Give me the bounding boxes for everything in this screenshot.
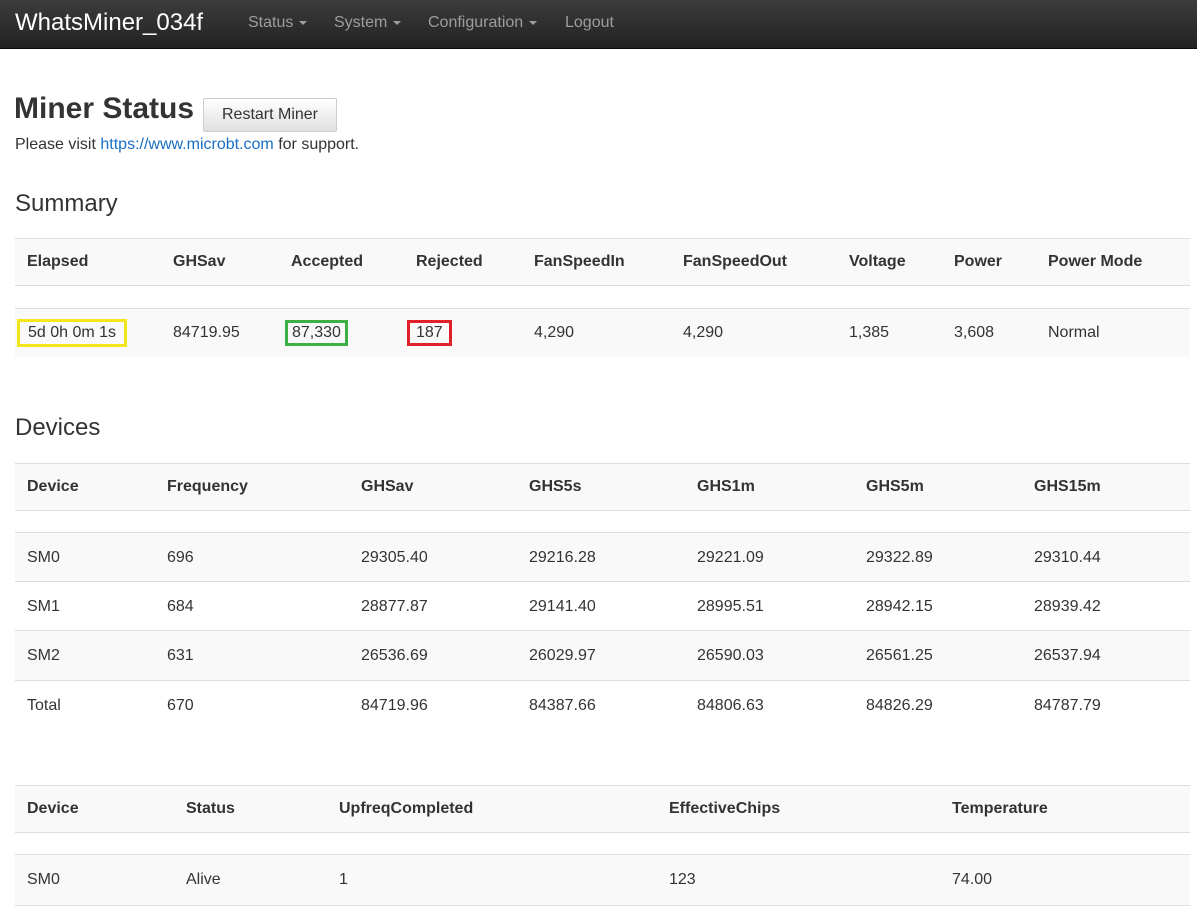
nav-status-label: Status — [248, 14, 294, 31]
device-cell: SM0 — [27, 871, 60, 888]
header-ghsav: GHSav — [361, 478, 414, 495]
frequency-cell: 696 — [167, 548, 194, 566]
caret-down-icon — [299, 20, 308, 25]
header-temperature: Temperature — [952, 800, 1048, 817]
ghsav-cell: 29305.40 — [361, 548, 428, 566]
ghs15m-cell: 28939.42 — [1034, 597, 1101, 615]
ghsav-cell: 84719.96 — [361, 696, 428, 714]
accepted-value: 87,330 — [285, 320, 348, 346]
frequency-cell: 670 — [167, 696, 194, 714]
table-header: Elapsed GHSav Accepted Rejected FanSpeed… — [15, 238, 1190, 286]
device-cell: SM2 — [27, 647, 60, 664]
support-suffix: for support. — [273, 136, 360, 153]
power-value: 3,608 — [954, 324, 995, 341]
header-ghs15m: GHS15m — [1034, 478, 1101, 495]
header-accepted: Accepted — [291, 253, 364, 270]
ghs5m-cell: 84826.29 — [866, 696, 933, 714]
table-row: 5d 0h 0m 1s 84719.95 87,330 187 4,290 4,… — [15, 308, 1190, 357]
ghs5s-cell: 29216.28 — [529, 548, 596, 566]
header-upfreq-completed: UpfreqCompleted — [339, 800, 474, 817]
nav-system-label: System — [334, 14, 388, 31]
devices-heading: Devices — [15, 414, 101, 441]
header-ghs5s: GHS5s — [529, 478, 582, 495]
ghs5m-cell: 28942.15 — [866, 597, 933, 615]
nav-system-menu[interactable]: System — [334, 14, 402, 32]
ghs5s-cell: 29141.40 — [529, 597, 596, 615]
page-title: Miner Status — [14, 92, 195, 125]
header-status: Status — [186, 800, 235, 817]
ghs15m-cell: 26537.94 — [1034, 647, 1101, 664]
table-header: Device Frequency GHSav GHS5s GHS1m GHS5m… — [15, 463, 1190, 511]
ghsav-cell: 26536.69 — [361, 647, 428, 664]
header-ghs1m: GHS1m — [697, 478, 755, 495]
nav-logout-link[interactable]: Logout — [565, 14, 614, 32]
header-fanspeedin: FanSpeedIn — [534, 253, 625, 270]
ghs5s-cell: 84387.66 — [529, 696, 596, 714]
power-mode-value: Normal — [1048, 324, 1100, 341]
header-frequency: Frequency — [167, 478, 248, 495]
status-cell: Alive — [186, 871, 221, 888]
rejected-value: 187 — [407, 320, 452, 346]
ghs15m-cell: 29310.44 — [1034, 548, 1101, 566]
effective-chips-cell: 123 — [669, 871, 696, 888]
ghs5m-cell: 26561.25 — [866, 647, 933, 664]
table-row: Total 670 84719.96 84387.66 84806.63 848… — [15, 680, 1190, 730]
ghs5s-cell: 26029.97 — [529, 647, 596, 664]
table-row: SM0 Alive 1 123 74.00 — [15, 854, 1190, 906]
device-cell: SM1 — [27, 597, 60, 615]
table-row: SM2 631 26536.69 26029.97 26590.03 26561… — [15, 630, 1190, 681]
support-prefix: Please visit — [15, 136, 101, 153]
frequency-cell: 631 — [167, 647, 194, 664]
ghs1m-cell: 26590.03 — [697, 647, 764, 664]
caret-down-icon — [393, 20, 402, 25]
nav-configuration-label: Configuration — [428, 14, 524, 31]
fanspeedin-value: 4,290 — [534, 324, 575, 341]
ghs5m-cell: 29322.89 — [866, 548, 933, 566]
ghs1m-cell: 84806.63 — [697, 696, 764, 714]
header-elapsed: Elapsed — [27, 253, 89, 270]
top-navbar: WhatsMiner_034f Status System Configurat… — [0, 0, 1197, 49]
header-effective-chips: EffectiveChips — [669, 800, 781, 817]
header-device: Device — [27, 478, 79, 495]
header-ghsav: GHSav — [173, 253, 226, 270]
ghsav-cell: 28877.87 — [361, 597, 428, 615]
elapsed-value: 5d 0h 0m 1s — [17, 319, 128, 347]
ghs1m-cell: 29221.09 — [697, 548, 764, 566]
header-rejected: Rejected — [416, 253, 483, 270]
restart-miner-button[interactable]: Restart Miner — [203, 98, 337, 132]
header-voltage: Voltage — [849, 253, 906, 270]
brand-title[interactable]: WhatsMiner_034f — [15, 9, 203, 37]
frequency-cell: 684 — [167, 597, 194, 615]
upfreq-completed-cell: 1 — [339, 871, 348, 888]
table-header: Device Status UpfreqCompleted EffectiveC… — [15, 785, 1190, 833]
caret-down-icon — [529, 20, 538, 25]
temperature-cell: 74.00 — [952, 871, 993, 888]
device-cell: SM0 — [27, 548, 60, 566]
header-fanspeedout: FanSpeedOut — [683, 253, 788, 270]
header-ghs5m: GHS5m — [866, 478, 924, 495]
ghs15m-cell: 84787.79 — [1034, 696, 1101, 714]
device-cell: Total — [27, 696, 61, 714]
nav-status-menu[interactable]: Status — [248, 14, 308, 32]
support-text: Please visit https://www.microbt.com for… — [15, 136, 359, 154]
ghs1m-cell: 28995.51 — [697, 597, 764, 615]
summary-heading: Summary — [15, 190, 118, 217]
nav-configuration-menu[interactable]: Configuration — [428, 14, 538, 32]
table-row: SM1 684 28877.87 29141.40 28995.51 28942… — [15, 581, 1190, 631]
support-link[interactable]: https://www.microbt.com — [100, 136, 273, 153]
table-row: SM0 696 29305.40 29216.28 29221.09 29322… — [15, 532, 1190, 582]
header-power: Power — [954, 253, 1003, 270]
voltage-value: 1,385 — [849, 324, 890, 341]
ghsav-value: 84719.95 — [173, 324, 240, 341]
header-device: Device — [27, 800, 79, 817]
header-power-mode: Power Mode — [1048, 253, 1143, 270]
fanspeedout-value: 4,290 — [683, 324, 724, 341]
